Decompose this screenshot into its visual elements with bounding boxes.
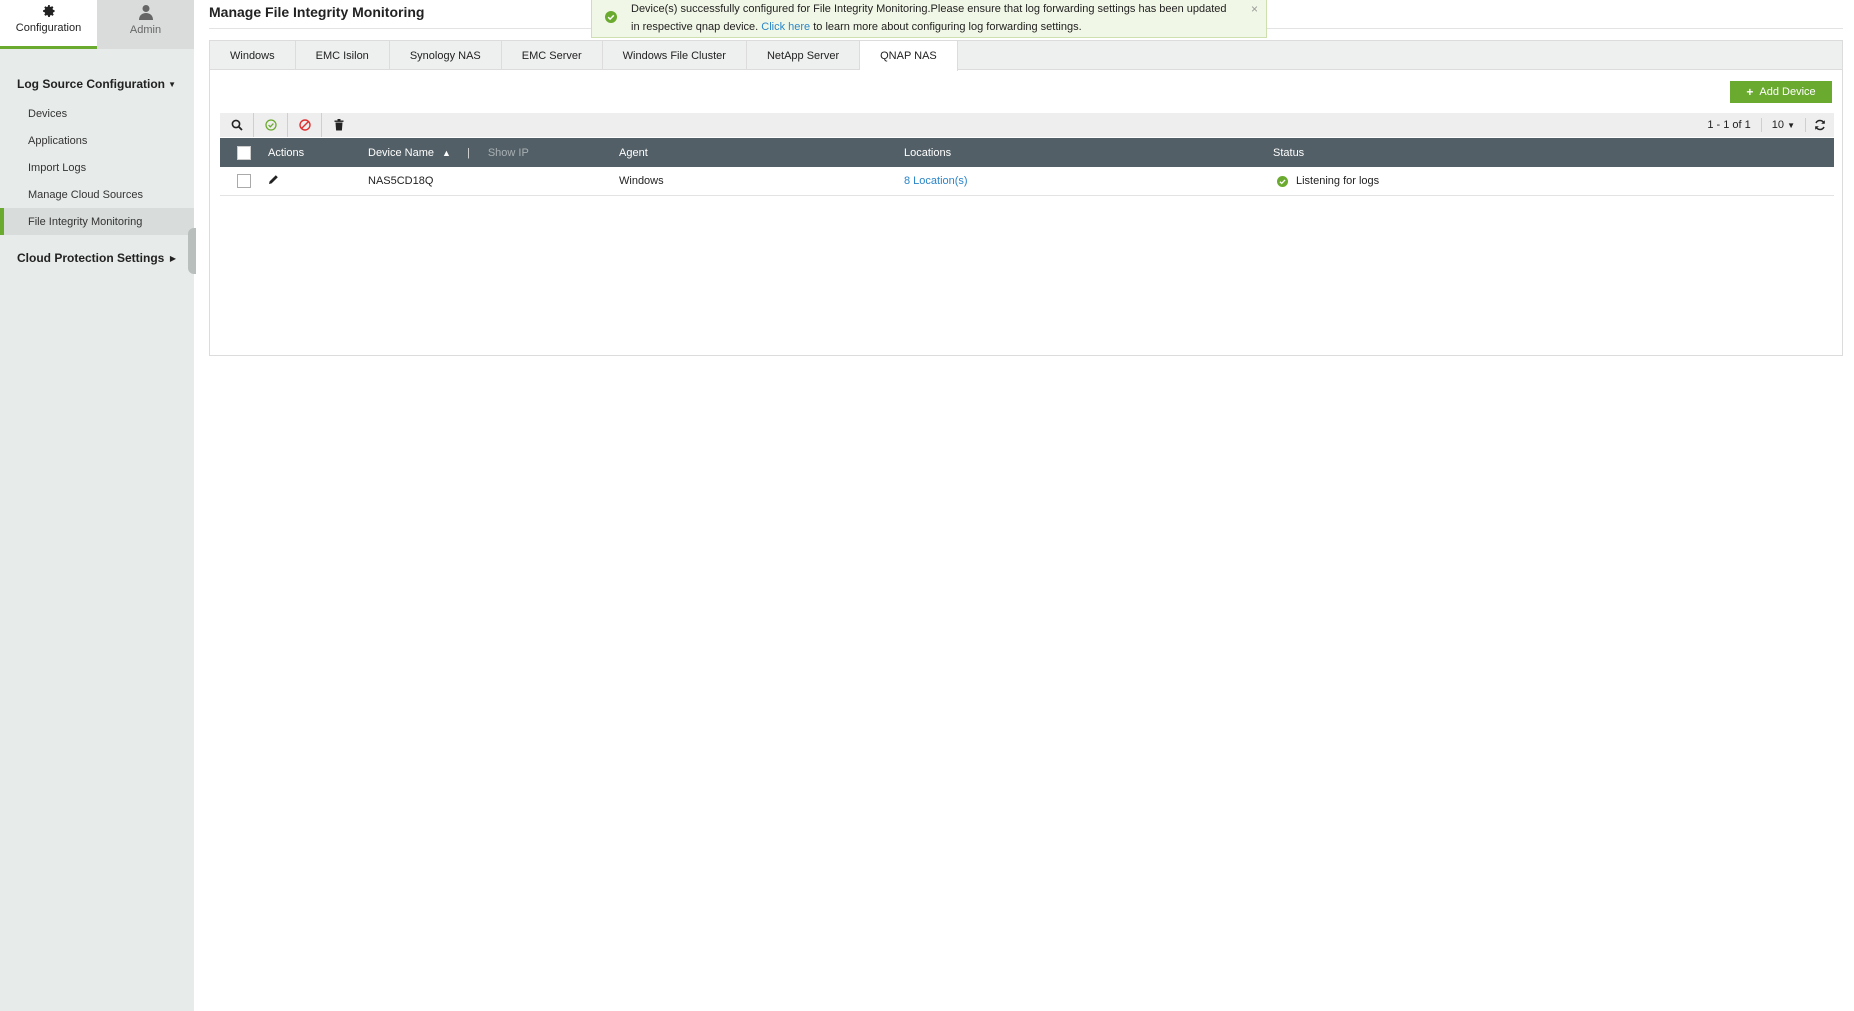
- trash-icon: [334, 119, 344, 131]
- show-ip-toggle[interactable]: Show IP: [488, 147, 529, 159]
- table-toolbar: 1 - 1 of 1 10 ▼: [220, 113, 1834, 137]
- edit-pencil-icon[interactable]: [268, 174, 279, 185]
- sidebar-section-log-source[interactable]: Log Source Configuration ▼: [0, 73, 194, 95]
- sidebar-section-label: Cloud Protection Settings: [17, 251, 165, 265]
- nav-admin-label: Admin: [129, 24, 162, 36]
- row-agent: Windows: [619, 175, 664, 187]
- search-icon: [231, 119, 243, 131]
- sidebar-item-manage-cloud-sources[interactable]: Manage Cloud Sources: [0, 181, 194, 208]
- table-row: NAS5CD18Q Windows 8 Location(s) Listenin…: [220, 167, 1834, 196]
- nav-section: Log Source Configuration ▼ Devices Appli…: [0, 73, 194, 269]
- nav-configuration[interactable]: Configuration: [0, 0, 97, 49]
- table-header: Actions Device Name ▲ | Show IP Agent Lo…: [220, 138, 1834, 167]
- header-device-name[interactable]: Device Name: [368, 147, 434, 159]
- device-table: Actions Device Name ▲ | Show IP Agent Lo…: [220, 138, 1834, 196]
- success-toast: Device(s) successfully configured for Fi…: [591, 0, 1267, 38]
- add-device-label: Add Device: [1759, 86, 1816, 98]
- nav-admin[interactable]: Admin: [97, 0, 194, 49]
- gear-icon: [42, 5, 55, 17]
- pagination-range: 1 - 1 of 1: [1697, 118, 1762, 132]
- enable-button[interactable]: [254, 113, 288, 137]
- sidebar-section-label: Log Source Configuration: [17, 77, 165, 91]
- row-locations-link[interactable]: 8 Location(s): [904, 175, 1273, 187]
- header-cell-select: [220, 145, 268, 160]
- sidebar-item-applications[interactable]: Applications: [0, 127, 194, 154]
- row-actions: [268, 174, 368, 188]
- toast-message-end: to learn more about configuring log forw…: [813, 21, 1082, 33]
- caret-down-icon: ▼: [1787, 121, 1795, 130]
- row-status: Listening for logs: [1273, 175, 1834, 187]
- nav-configuration-label: Configuration: [15, 22, 82, 34]
- top-nav: Configuration Admin: [0, 0, 194, 49]
- sidebar: Configuration Admin Log Source Configura…: [0, 0, 196, 1011]
- header-agent: Agent: [619, 146, 648, 159]
- sidebar-item-file-integrity-monitoring[interactable]: File Integrity Monitoring: [0, 208, 194, 235]
- status-text: Listening for logs: [1296, 175, 1380, 187]
- search-button[interactable]: [220, 113, 254, 137]
- tab-bar: Windows EMC Isilon Synology NAS EMC Serv…: [210, 41, 1842, 71]
- select-all-checkbox[interactable]: [237, 145, 251, 160]
- header-status: Status: [1273, 146, 1305, 159]
- plus-icon: +: [1746, 85, 1754, 99]
- add-device-button[interactable]: + Add Device: [1730, 81, 1832, 103]
- check-circle-icon: [1277, 175, 1288, 187]
- device-panel: Windows EMC Isilon Synology NAS EMC Serv…: [209, 40, 1843, 356]
- tab-windows-file-cluster[interactable]: Windows File Cluster: [603, 41, 747, 70]
- header-actions: Actions: [268, 146, 305, 159]
- page-size-value: 10: [1771, 119, 1785, 131]
- sidebar-section-cloud-protection[interactable]: Cloud Protection Settings ▶: [0, 247, 194, 269]
- locations-link[interactable]: 8 Location(s): [904, 175, 968, 187]
- tab-netapp-server[interactable]: NetApp Server: [747, 41, 861, 70]
- sort-asc-icon: ▲: [442, 147, 451, 158]
- close-icon[interactable]: ×: [1251, 0, 1258, 18]
- pagination: 1 - 1 of 1 10 ▼: [1697, 113, 1834, 137]
- tab-emc-server[interactable]: EMC Server: [502, 41, 603, 70]
- refresh-button[interactable]: [1806, 119, 1834, 131]
- app: Configuration Admin Log Source Configura…: [0, 0, 1854, 1011]
- main-content: Manage File Integrity Monitoring Device(…: [194, 0, 1854, 1011]
- ban-icon: [298, 119, 311, 131]
- tab-qnap-nas[interactable]: QNAP NAS: [860, 41, 958, 71]
- page-size-select[interactable]: 10 ▼: [1762, 118, 1806, 132]
- row-select-cell: [220, 174, 268, 188]
- header-device-name-cell: Device Name ▲ | Show IP: [368, 147, 619, 159]
- caret-down-icon: ▼: [168, 79, 176, 89]
- user-icon: [138, 5, 153, 20]
- row-checkbox[interactable]: [237, 174, 251, 188]
- caret-right-icon: ▶: [169, 253, 176, 263]
- check-circle-icon: [605, 11, 617, 23]
- delete-button[interactable]: [322, 113, 356, 137]
- sidebar-item-import-logs[interactable]: Import Logs: [0, 154, 194, 181]
- header-locations: Locations: [904, 146, 952, 159]
- tab-windows[interactable]: Windows: [210, 41, 296, 70]
- separator: |: [466, 146, 470, 159]
- disable-button[interactable]: [288, 113, 322, 137]
- tab-synology-nas[interactable]: Synology NAS: [390, 41, 502, 70]
- tab-emc-isilon[interactable]: EMC Isilon: [296, 41, 390, 70]
- check-circle-icon: [264, 119, 277, 131]
- toast-link[interactable]: Click here: [761, 21, 810, 33]
- page-title: Manage File Integrity Monitoring: [209, 4, 425, 20]
- sidebar-item-devices[interactable]: Devices: [0, 100, 194, 127]
- refresh-icon: [1815, 119, 1825, 131]
- row-device-name: NAS5CD18Q: [368, 175, 434, 187]
